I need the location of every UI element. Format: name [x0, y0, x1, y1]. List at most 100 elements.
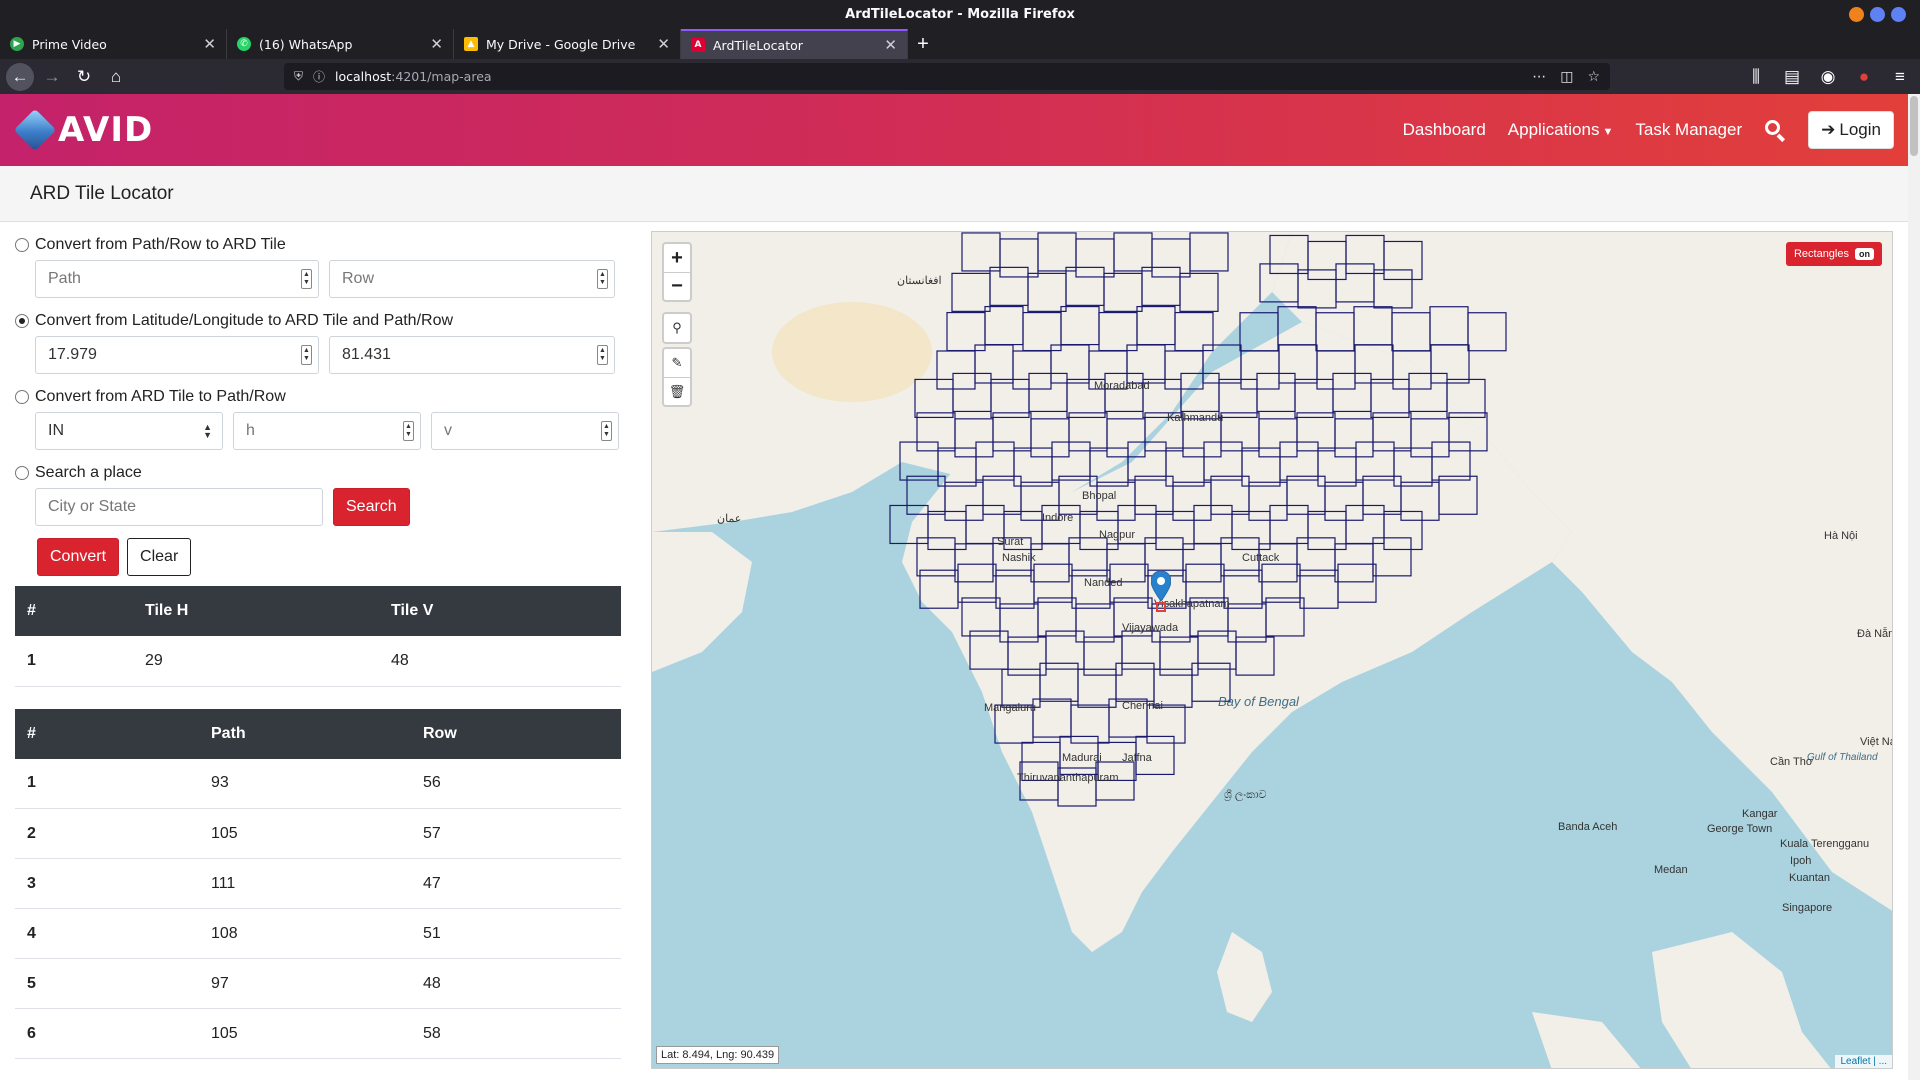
forward-button[interactable]: → — [38, 63, 66, 91]
nav-task-manager[interactable]: Task Manager — [1635, 120, 1742, 140]
tab-close-icon[interactable]: ✕ — [884, 36, 897, 54]
longitude-input[interactable]: 81.431 ▲ ▼ — [329, 336, 615, 374]
h-stepper[interactable]: ▲ ▼ — [403, 421, 414, 441]
v-input[interactable]: v ▲ ▼ — [431, 412, 619, 450]
close-icon[interactable] — [1891, 7, 1906, 22]
page-scrollbar[interactable] — [1908, 94, 1920, 1080]
tab-label: Prime Video — [32, 36, 107, 52]
nav-dashboard[interactable]: Dashboard — [1403, 120, 1486, 140]
row-stepper[interactable]: ▲ ▼ — [597, 269, 608, 289]
pocket-icon[interactable]: ◫ — [1560, 69, 1573, 85]
pathrow-cell-path: 108 — [199, 908, 411, 959]
radio-search-place[interactable] — [15, 466, 29, 480]
search-icon[interactable] — [1764, 119, 1786, 143]
map-label-medan: Medan — [1654, 864, 1688, 876]
url-bar[interactable]: ⛨ ⓘ localhost :4201/map-area ⋯ ◫ ☆ — [284, 63, 1610, 90]
tab-label: My Drive - Google Drive — [486, 36, 636, 52]
map-marker-icon[interactable] — [1151, 571, 1171, 601]
account-icon[interactable]: ◉ — [1814, 63, 1842, 91]
map-label-nashik: Nashik — [1002, 552, 1036, 564]
region-select[interactable]: IN ▲ ▼ — [35, 412, 223, 450]
map-label-can-tho: Cần Thơ — [1770, 756, 1814, 768]
pathrow-cell-num: 3 — [15, 858, 199, 909]
nav-applications[interactable]: Applications ▼ — [1508, 120, 1614, 140]
home-button[interactable]: ⌂ — [102, 63, 130, 91]
pathrow-cell-num: 4 — [15, 908, 199, 959]
place-search-input[interactable]: City or State — [35, 488, 323, 526]
radio-ard-tile[interactable] — [15, 390, 29, 404]
clear-button[interactable]: Clear — [127, 538, 192, 576]
maximize-icon[interactable] — [1870, 7, 1885, 22]
new-tab-button[interactable]: + — [908, 29, 938, 59]
shield-icon[interactable]: ⛨ — [294, 69, 303, 84]
zoom-out-button[interactable]: − — [664, 272, 690, 300]
place-search-button[interactable]: Search — [333, 488, 410, 526]
option-ard-tile[interactable]: Convert from ARD Tile to Path/Row — [15, 386, 625, 408]
zoom-control: + − — [662, 242, 692, 302]
login-button[interactable]: ➔ Login — [1808, 111, 1894, 149]
place-marker-icon[interactable]: ⚲ — [664, 314, 690, 342]
edit-layers-icon[interactable]: ✎ — [664, 349, 690, 377]
map-base-layer[interactable] — [652, 232, 1893, 1069]
tab-google-drive[interactable]: ▲ My Drive - Google Drive ✕ — [454, 29, 681, 59]
tab-label: ArdTileLocator — [713, 37, 803, 53]
radio-path-row[interactable] — [15, 238, 29, 252]
library-icon[interactable]: ⫼ — [1742, 63, 1770, 91]
path-stepper[interactable]: ▲ ▼ — [301, 269, 312, 289]
map-area[interactable]: Bay of Bengal Kathmandu Moradabad Nagpur… — [651, 231, 1893, 1069]
reload-button[interactable]: ↻ — [70, 63, 98, 91]
tab-whatsapp[interactable]: ✆ (16) WhatsApp ✕ — [227, 29, 454, 59]
pathrow-header-num: # — [27, 724, 36, 742]
convert-button[interactable]: Convert — [37, 538, 120, 576]
tab-close-icon[interactable]: ✕ — [657, 35, 670, 53]
coordinate-readout: Lat: 8.494, Lng: 90.439 — [656, 1046, 780, 1064]
place-placeholder: City or State — [48, 498, 137, 515]
option-latlng[interactable]: Convert from Latitude/Longitude to ARD T… — [15, 310, 625, 332]
table-row: 3 111 47 — [15, 858, 621, 909]
back-button[interactable]: ← — [6, 62, 34, 91]
extension-icon[interactable]: ● — [1850, 63, 1878, 91]
radio-latlng[interactable] — [15, 314, 29, 328]
option-search-place[interactable]: Search a place — [15, 462, 625, 484]
delete-layers-icon[interactable]: 🗑 — [664, 377, 690, 405]
menu-icon[interactable]: ≡ — [1886, 63, 1914, 91]
latitude-value: 17.979 — [48, 346, 97, 363]
caret-down-icon: ▼ — [1602, 126, 1614, 138]
scrollbar-thumb[interactable] — [1910, 96, 1918, 156]
tile-table-header: # Tile H Tile V — [15, 586, 621, 636]
v-stepper[interactable]: ▲ ▼ — [601, 421, 612, 441]
h-input[interactable]: h ▲ ▼ — [233, 412, 421, 450]
window-title: ArdTileLocator - Mozilla Firefox — [845, 7, 1075, 22]
longitude-stepper[interactable]: ▲ ▼ — [597, 345, 608, 365]
latitude-stepper[interactable]: ▲ ▼ — [301, 345, 312, 365]
logo[interactable]: AVID — [13, 108, 153, 152]
url-host: localhost — [335, 69, 392, 84]
rectangles-label: Rectangles — [1793, 248, 1849, 260]
map-label-moradabad: Moradabad — [1094, 380, 1150, 392]
leaflet-attribution[interactable]: Leaflet | ... — [1835, 1055, 1892, 1068]
path-input[interactable]: Path ▲ ▼ — [35, 260, 319, 298]
map-label-surat: Surat — [997, 536, 1024, 548]
minimize-icon[interactable] — [1849, 7, 1864, 22]
tab-ardtilelocator[interactable]: A ArdTileLocator ✕ — [681, 29, 908, 59]
option-latlng-label: Convert from Latitude/Longitude to ARD T… — [35, 312, 454, 329]
map-label-da-nang: Đà Nẵng — [1857, 628, 1892, 640]
rectangles-toggle[interactable]: Rectangles on — [1785, 242, 1882, 266]
zoom-in-button[interactable]: + — [664, 244, 690, 272]
latitude-input[interactable]: 17.979 ▲ ▼ — [35, 336, 319, 374]
tab-close-icon[interactable]: ✕ — [430, 35, 443, 53]
map-label-bay-of-bengal: Bay of Bengal — [1218, 694, 1299, 709]
browser-navbar: ← → ↻ ⌂ ⛨ ⓘ localhost :4201/map-area ⋯ ◫… — [0, 59, 1920, 94]
row-input[interactable]: Row ▲ ▼ — [329, 260, 615, 298]
sidebar-icon[interactable]: ▤ — [1778, 63, 1806, 91]
map-label-indore: Indore — [1042, 512, 1074, 524]
converter-panel: Convert from Path/Row to ARD Tile Path ▲… — [0, 222, 640, 1080]
bookmark-star-icon[interactable]: ☆ — [1587, 69, 1600, 85]
info-icon[interactable]: ⓘ — [313, 68, 325, 85]
option-path-row[interactable]: Convert from Path/Row to ARD Tile — [15, 234, 625, 256]
tab-close-icon[interactable]: ✕ — [203, 35, 216, 53]
login-label: Login — [1839, 120, 1881, 139]
page-actions-icon[interactable]: ⋯ — [1532, 69, 1546, 85]
tab-prime-video[interactable]: ▶ Prime Video ✕ — [0, 29, 227, 59]
prime-video-icon: ▶ — [10, 37, 24, 51]
